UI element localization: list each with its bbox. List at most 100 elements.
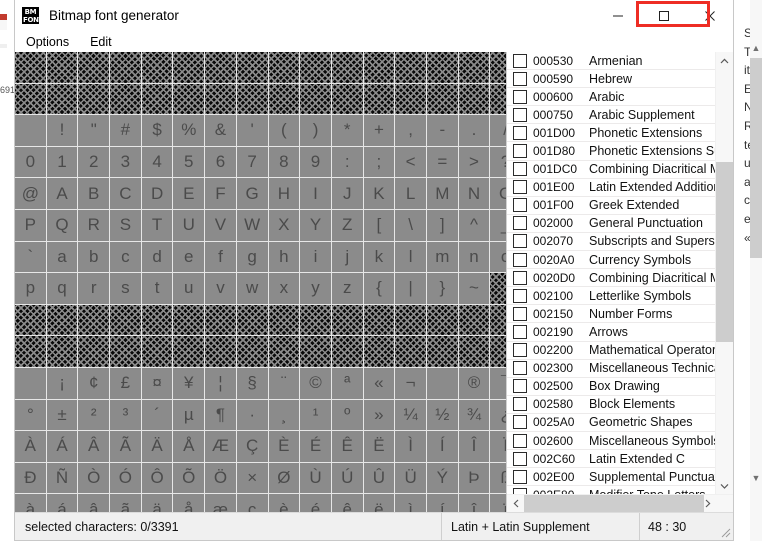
character-cell[interactable]: N (458, 178, 490, 209)
character-cell-empty[interactable] (236, 83, 268, 115)
character-cell[interactable]: _ (490, 209, 506, 241)
character-cell[interactable]: ­ (426, 367, 458, 399)
character-cell-empty[interactable] (15, 52, 46, 83)
character-cell[interactable]: å (173, 494, 205, 512)
list-hscroll-thumb[interactable] (524, 495, 704, 512)
character-cell[interactable]: B (78, 178, 110, 209)
list-item[interactable]: 002C60 Latin Extended C (507, 450, 715, 469)
background-scroll-thumb[interactable] (750, 58, 762, 258)
list-item[interactable]: 002580 Block Elements (507, 396, 715, 414)
block-checkbox[interactable] (513, 144, 527, 159)
character-cell-empty[interactable] (490, 52, 506, 83)
character-cell[interactable]: c (110, 241, 141, 273)
character-cell[interactable]: # (110, 115, 141, 146)
character-cell[interactable]: T (141, 209, 173, 241)
character-cell-empty[interactable] (458, 336, 490, 367)
character-cell[interactable]: î (458, 494, 490, 512)
character-cell[interactable]: u (173, 273, 205, 304)
character-cell-empty[interactable] (490, 304, 506, 336)
block-checkbox[interactable] (513, 270, 527, 285)
character-cell[interactable]: ( (268, 115, 300, 146)
character-cell[interactable]: O (490, 178, 506, 209)
block-checkbox[interactable] (513, 162, 527, 177)
character-cell[interactable]: 1 (46, 146, 78, 178)
character-cell[interactable]: ´ (141, 399, 173, 431)
character-cell-empty[interactable] (205, 83, 236, 115)
chevron-up-icon[interactable] (716, 52, 733, 69)
character-cell-empty[interactable] (15, 336, 46, 367)
character-cell[interactable]: è (268, 494, 300, 512)
character-cell[interactable]: Ê (331, 431, 363, 462)
character-cell[interactable]: i (300, 241, 331, 273)
chevron-down-icon[interactable] (716, 477, 733, 494)
character-cell[interactable]: ¹ (300, 399, 331, 431)
character-cell-empty[interactable] (46, 83, 78, 115)
character-cell-empty[interactable] (490, 83, 506, 115)
character-cell-empty[interactable] (395, 336, 426, 367)
list-item[interactable]: 002150 Number Forms (507, 305, 715, 324)
character-cell-empty[interactable] (15, 83, 46, 115)
character-cell[interactable]: « (363, 367, 395, 399)
character-cell[interactable]: ä (141, 494, 173, 512)
block-checkbox[interactable] (513, 198, 527, 213)
character-cell[interactable]: µ (173, 399, 205, 431)
character-cell[interactable]: l (395, 241, 426, 273)
character-cell-empty[interactable] (110, 83, 141, 115)
character-cell-empty[interactable] (395, 304, 426, 336)
character-cell[interactable]: A (46, 178, 78, 209)
character-cell[interactable]: ï (490, 494, 506, 512)
character-cell[interactable]: © (300, 367, 331, 399)
character-cell-empty[interactable] (205, 336, 236, 367)
character-cell[interactable]: É (300, 431, 331, 462)
character-cell[interactable]: Ñ (46, 462, 78, 494)
character-cell[interactable]: Ë (363, 431, 395, 462)
character-cell[interactable]: L (395, 178, 426, 209)
character-cell-empty[interactable] (490, 273, 506, 304)
character-cell[interactable]: r (78, 273, 110, 304)
character-cell[interactable]: ! (46, 115, 78, 146)
block-checkbox[interactable] (513, 288, 527, 303)
character-cell-empty[interactable] (363, 304, 395, 336)
character-cell[interactable]: H (268, 178, 300, 209)
character-cell[interactable]: h (268, 241, 300, 273)
character-cell[interactable]: × (236, 462, 268, 494)
character-grid-panel[interactable]: !"#$%&'()*+,-./ 0123456789:;<=>? @ABCDEFGH… (15, 52, 506, 512)
character-cell[interactable]: " (78, 115, 110, 146)
character-cell-empty[interactable] (110, 336, 141, 367)
character-cell[interactable]: » (363, 399, 395, 431)
character-cell[interactable]: | (395, 273, 426, 304)
character-cell[interactable]: Ò (78, 462, 110, 494)
character-cell[interactable]: 4 (141, 146, 173, 178)
character-cell[interactable]: Ä (141, 431, 173, 462)
character-cell-empty[interactable] (331, 304, 363, 336)
character-cell[interactable]: U (173, 209, 205, 241)
character-cell[interactable]: ] (426, 209, 458, 241)
character-cell-empty[interactable] (78, 304, 110, 336)
character-cell[interactable]: V (205, 209, 236, 241)
character-cell[interactable]: Û (363, 462, 395, 494)
character-cell[interactable]: Ç (236, 431, 268, 462)
list-item[interactable]: 001D00 Phonetic Extensions (507, 124, 715, 143)
character-cell-empty[interactable] (46, 336, 78, 367)
block-checkbox[interactable] (513, 324, 527, 339)
character-cell[interactable]: . (458, 115, 490, 146)
character-cell[interactable]: Ö (205, 462, 236, 494)
character-cell[interactable]: ± (46, 399, 78, 431)
chevron-right-icon[interactable] (699, 495, 716, 512)
block-checkbox[interactable] (513, 107, 527, 122)
character-cell-empty[interactable] (236, 304, 268, 336)
character-cell[interactable]: G (236, 178, 268, 209)
character-cell[interactable]: ` (15, 241, 46, 273)
character-cell[interactable]: ' (236, 115, 268, 146)
character-cell[interactable]: \ (395, 209, 426, 241)
character-cell-empty[interactable] (426, 83, 458, 115)
character-cell[interactable]: ½ (426, 399, 458, 431)
character-cell-empty[interactable] (78, 52, 110, 83)
character-cell[interactable]: ~ (458, 273, 490, 304)
character-cell[interactable]: Å (173, 431, 205, 462)
character-cell-empty[interactable] (173, 304, 205, 336)
character-cell[interactable]: @ (15, 178, 46, 209)
character-cell[interactable]: ) (300, 115, 331, 146)
character-cell[interactable]: % (173, 115, 205, 146)
character-cell[interactable]: k (363, 241, 395, 273)
